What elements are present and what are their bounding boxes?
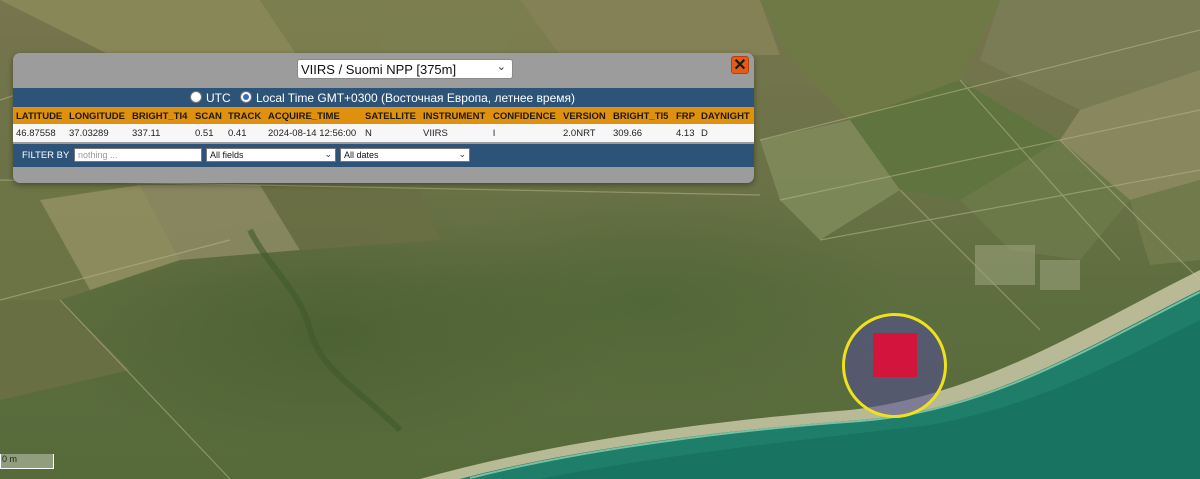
fire-pixel-marker[interactable] [873, 333, 917, 377]
table-cell: 4.13 [676, 128, 695, 139]
utc-label: UTC [206, 91, 231, 105]
utc-radio[interactable] [190, 91, 202, 103]
column-header: VERSION [563, 111, 606, 122]
filter-placeholder: nothing ... [78, 150, 118, 160]
field-filter-value: All fields [210, 150, 244, 160]
chevron-down-icon: ⌄ [324, 149, 332, 159]
table-row: 46.87558 37.03289 337.11 0.51 0.41 2024-… [13, 124, 754, 142]
table-cell: N [365, 128, 372, 139]
table-cell: 0.51 [195, 128, 214, 139]
column-header: BRIGHT_TI5 [613, 111, 669, 122]
time-zone-bar: UTC Local Time GMT+0300 (Восточная Европ… [13, 88, 754, 107]
column-header: FRP [676, 111, 695, 122]
date-filter-select[interactable]: All dates ⌄ [340, 148, 470, 162]
table-cell: 337.11 [132, 128, 161, 139]
field-filter-select[interactable]: All fields ⌄ [206, 148, 336, 162]
column-header: SATELLITE [365, 111, 417, 122]
scale-label: 0 m [2, 454, 18, 464]
table-cell: VIIRS [423, 128, 448, 139]
column-header: ACQUIRE_TIME [268, 111, 340, 122]
table-cell: 37.03289 [69, 128, 109, 139]
column-header: BRIGHT_TI4 [132, 111, 188, 122]
column-header: SCAN [195, 111, 222, 122]
column-header: TRACK [228, 111, 262, 122]
table-cell: 2024-08-14 12:56:00 [268, 128, 357, 139]
table-cell: 46.87558 [16, 128, 56, 139]
map-scale-bar: 0 m [0, 454, 54, 469]
table-cell: 2.0NRT [563, 128, 596, 139]
layer-select-value: VIIRS / Suomi NPP [375m] [301, 62, 457, 77]
table-cell: l [493, 128, 496, 139]
filter-bar: FILTER BY nothing ... All fields ⌄ All d… [13, 144, 754, 167]
fire-info-popup: VIIRS / Suomi NPP [375m] ⌄ ✕ UTC Local T… [13, 53, 754, 183]
table-header-row: LATITUDE LONGITUDE BRIGHT_TI4 SCAN TRACK… [13, 107, 754, 124]
close-icon: ✕ [733, 57, 747, 74]
filter-input[interactable]: nothing ... [74, 148, 202, 162]
column-header: CONFIDENCE [493, 111, 556, 122]
column-header: INSTRUMENT [423, 111, 486, 122]
chevron-down-icon: ⌄ [496, 61, 506, 73]
table-cell: 0.41 [228, 128, 247, 139]
chevron-down-icon: ⌄ [458, 149, 466, 159]
local-time-label: Local Time GMT+0300 (Восточная Европа, л… [256, 91, 576, 105]
date-filter-value: All dates [344, 150, 379, 160]
column-header: DAYNIGHT [701, 111, 750, 122]
close-button[interactable]: ✕ [731, 56, 749, 74]
column-header: LONGITUDE [69, 111, 125, 122]
layer-select-dropdown[interactable]: VIIRS / Suomi NPP [375m] ⌄ [297, 59, 513, 79]
table-cell: 309.66 [613, 128, 643, 139]
local-time-radio[interactable] [240, 91, 252, 103]
column-header: LATITUDE [16, 111, 63, 122]
table-cell: D [701, 128, 708, 139]
filter-label: FILTER BY [22, 150, 70, 161]
